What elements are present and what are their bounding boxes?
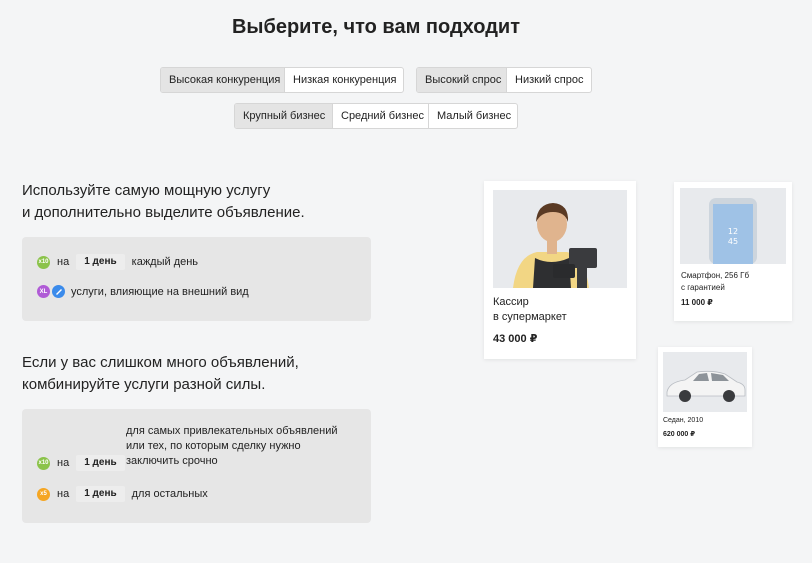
duration-pill[interactable]: 1 день <box>76 486 125 502</box>
ad-card-cashier[interactable]: Кассир в супермаркет 43 000 ₽ <box>484 181 636 359</box>
page-title: Выберите, что вам подходит <box>231 16 521 38</box>
competition-toggle: Высокая конкуренция Низкая конкуренция <box>160 67 404 93</box>
svg-text:45: 45 <box>728 237 738 246</box>
x5-badge-icon: x5 <box>37 487 50 501</box>
car-photo <box>663 352 747 412</box>
xl-badge-icon: XL <box>37 285 50 298</box>
filter-large-business[interactable]: Крупный бизнес <box>235 104 333 128</box>
ad-card-phone[interactable]: 12 45 Смартфон, 256 Гб с гарантией 11 00… <box>674 182 792 321</box>
demand-toggle: Высокий спрос Низкий спрос <box>416 67 592 93</box>
x10-badge-icon: x10 <box>37 456 50 470</box>
filter-small-business[interactable]: Малый бизнес <box>429 104 517 128</box>
filter-low-demand[interactable]: Низкий спрос <box>507 68 591 92</box>
block2-row2: x5 на 1 день для остальных <box>37 486 208 502</box>
duration-pill[interactable]: 1 день <box>76 455 125 471</box>
block1-row1: x10 на 1 день каждый день <box>37 254 199 270</box>
block1-heading: Используйте самую мощную услугу и дополн… <box>22 182 305 221</box>
business-size-toggle: Крупный бизнес Средний бизнес Малый бизн… <box>234 103 518 129</box>
x10-badge-icon: x10 <box>37 255 50 269</box>
highlight-badge-icon <box>52 285 65 298</box>
block2-heading: Если у вас слишком много объявлений, ком… <box>22 354 299 393</box>
card-title: Седан, 2010 <box>663 417 704 424</box>
svg-text:12: 12 <box>728 227 738 236</box>
cashier-photo <box>493 190 627 288</box>
block1-row2: XL услуги, влияющие на внешний вид <box>37 285 249 298</box>
ad-card-car[interactable]: Седан, 2010 620 000 ₽ <box>658 347 752 447</box>
card-price: 11 000 ₽ <box>681 298 713 307</box>
card-title: Смартфон, 256 Гб с гарантией <box>681 271 750 292</box>
card-price: 620 000 ₽ <box>663 431 696 438</box>
block2-panel: для самых привлекательных объявлений или… <box>22 409 371 523</box>
card-title: Кассир в супермаркет <box>493 296 567 323</box>
card-price: 43 000 ₽ <box>493 333 538 345</box>
block2-row1: x10 на 1 день <box>37 455 132 471</box>
phone-photo: 12 45 <box>680 188 786 264</box>
duration-pill[interactable]: 1 день <box>76 254 125 270</box>
filter-high-competition[interactable]: Высокая конкуренция <box>161 68 285 92</box>
filter-high-demand[interactable]: Высокий спрос <box>417 68 507 92</box>
block1-panel: x10 на 1 день каждый день XL услуги, вли… <box>22 237 371 321</box>
block2-row1-description: для самых привлекательных объявлений или… <box>126 425 338 467</box>
filter-medium-business[interactable]: Средний бизнес <box>333 104 429 128</box>
filter-low-competition[interactable]: Низкая конкуренция <box>285 68 403 92</box>
